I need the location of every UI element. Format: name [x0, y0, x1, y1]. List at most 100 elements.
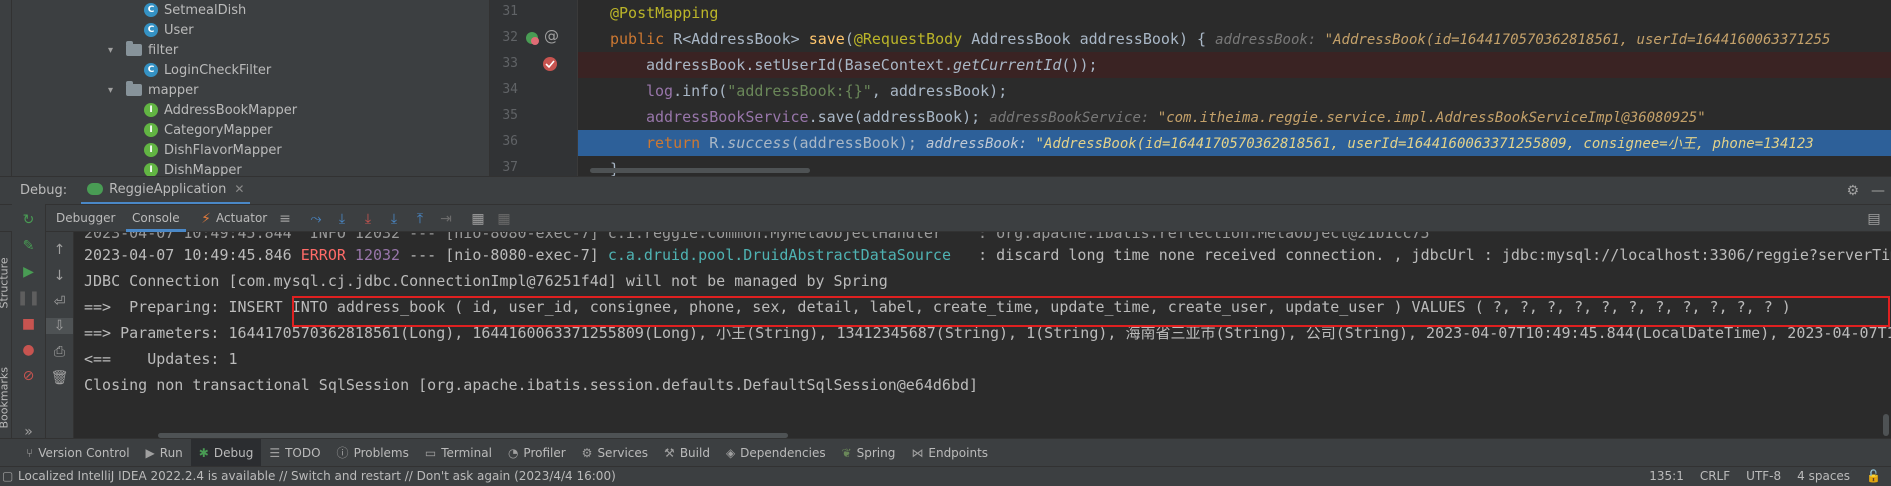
lock-icon[interactable]: 🔓: [1866, 467, 1881, 486]
scroll-to-end-icon[interactable]: ⇩: [46, 318, 73, 334]
tool-problems[interactable]: ⓘ Problems: [329, 439, 417, 467]
run-to-cursor-icon[interactable]: ⇥: [438, 211, 454, 227]
tree-item-addressbookmapper[interactable]: I AddressBookMapper: [144, 100, 297, 120]
tool-todo[interactable]: ☰ TODO: [261, 439, 328, 467]
code-line-32: public R<AddressBook> save(@RequestBody …: [578, 26, 1891, 52]
breakpoint-icon[interactable]: [542, 56, 558, 72]
console-line-sql-updates: <== Updates: 1: [84, 350, 238, 368]
file-encoding[interactable]: UTF-8: [1746, 467, 1781, 486]
soft-wrap-icon[interactable]: ⏎: [46, 294, 73, 310]
structure-side-tab[interactable]: Structure: [0, 249, 11, 308]
editor-gutter[interactable]: 31 32 33 34 35 36 37 @: [490, 0, 578, 176]
caret-position[interactable]: 135:1: [1649, 467, 1684, 486]
tree-item-setmealdish[interactable]: C SetmealDish: [144, 0, 246, 20]
line-number: 34: [502, 82, 518, 97]
step-into-icon[interactable]: ⤓: [360, 211, 376, 227]
view-breakpoints-icon[interactable]: ●: [12, 342, 45, 358]
log-level: ERROR: [300, 246, 346, 264]
layout-icon[interactable]: ▤: [1866, 211, 1882, 227]
trace-icon[interactable]: ▦: [496, 211, 512, 227]
tool-label: Version Control: [38, 445, 130, 460]
annotation-gutter-icon[interactable]: @: [544, 27, 559, 45]
console-line: JDBC Connection [com.mysql.cj.jdbc.Conne…: [84, 272, 888, 290]
mute-breakpoints-icon[interactable]: ⊘: [12, 368, 45, 384]
tool-build[interactable]: ⚒ Build: [656, 439, 718, 467]
hammer-icon: ⚒: [664, 445, 675, 460]
step-out-icon[interactable]: ⤒: [412, 211, 428, 227]
status-message[interactable]: Localized IntelliJ IDEA 2022.2.4 is avai…: [18, 467, 616, 486]
log-pid: 12032: [345, 246, 401, 264]
tool-endpoints[interactable]: ⋈ Endpoints: [903, 439, 996, 467]
notification-icon[interactable]: ▢: [2, 467, 13, 486]
tree-folder-filter[interactable]: ▾ filter: [108, 40, 178, 60]
status-indicators: 135:1 CRLF UTF-8 4 spaces 🔓: [1649, 467, 1881, 486]
chevron-down-icon[interactable]: ▾: [108, 85, 122, 96]
tool-spring[interactable]: ❦ Spring: [834, 439, 904, 467]
run-icon: ▶: [145, 445, 155, 460]
tool-dependencies[interactable]: ◈ Dependencies: [718, 439, 834, 467]
terminal-icon: ▭: [424, 445, 437, 460]
console-output[interactable]: 2023-04-07 10:49:45.844 INFO 12032 --- […: [74, 232, 1891, 438]
menu-icon[interactable]: ≡: [277, 211, 293, 227]
trash-icon[interactable]: 🗑: [46, 370, 73, 386]
tool-debug[interactable]: ✱ Debug: [190, 438, 262, 467]
tree-folder-mapper[interactable]: ▾ mapper: [108, 80, 198, 100]
close-icon[interactable]: ✕: [234, 182, 244, 196]
tree-item-label: mapper: [148, 82, 199, 98]
tool-label: Services: [597, 445, 649, 460]
print-icon[interactable]: ⎙: [46, 344, 73, 360]
indent-setting[interactable]: 4 spaces: [1797, 467, 1850, 486]
tree-item-user[interactable]: C User: [144, 20, 194, 40]
run-gutter-icon[interactable]: [524, 30, 540, 46]
evaluate-expression-icon[interactable]: ▦: [470, 211, 486, 227]
tool-label: Dependencies: [740, 445, 826, 460]
stop-icon[interactable]: ■: [12, 316, 45, 332]
tree-item-label: User: [164, 22, 194, 38]
debug-session-tab[interactable]: ReggieApplication ✕: [81, 177, 251, 205]
tree-item-categorymapper[interactable]: I CategoryMapper: [144, 120, 272, 140]
code-token: R<AddressBook>: [664, 30, 809, 48]
tab-console[interactable]: Console: [126, 205, 186, 232]
console-vertical-scrollbar[interactable]: [1883, 414, 1889, 436]
tool-services[interactable]: ⚙ Services: [574, 439, 656, 467]
tree-item-dishflavormapper[interactable]: I DishFlavorMapper: [144, 140, 282, 160]
tool-terminal[interactable]: ▭ Terminal: [417, 439, 500, 467]
resume-icon[interactable]: ▶: [12, 264, 45, 280]
gear-icon[interactable]: ⚙: [1846, 183, 1859, 199]
bookmarks-side-tab[interactable]: Bookmarks: [0, 367, 11, 428]
folder-icon: [126, 81, 142, 96]
interface-icon: I: [144, 163, 158, 176]
tool-run[interactable]: ▶ Run: [138, 439, 191, 467]
debug-tool-window-header: Debug: ReggieApplication ✕ ⚙ —: [0, 176, 1891, 205]
folder-icon: [126, 41, 142, 56]
tab-debugger[interactable]: Debugger: [50, 205, 121, 232]
tree-item-logincheckfilter[interactable]: C LoginCheckFilter: [144, 60, 271, 80]
minimize-icon[interactable]: —: [1871, 183, 1885, 199]
debug-title: Debug:: [20, 183, 68, 198]
rerun-icon[interactable]: ↻: [12, 212, 45, 228]
code-token: "addressBook:{}": [727, 82, 872, 100]
force-step-into-icon[interactable]: ⤓: [386, 211, 402, 227]
line-separator[interactable]: CRLF: [1700, 467, 1730, 486]
tool-profiler[interactable]: ◔ Profiler: [500, 439, 574, 467]
code-token: , addressBook);: [871, 82, 1008, 100]
step-over-icon[interactable]: ⤓: [334, 211, 350, 227]
arrow-up-icon[interactable]: ↑: [46, 242, 73, 258]
line-number: 36: [502, 134, 518, 149]
pause-icon[interactable]: ❚❚: [12, 290, 45, 306]
tool-version-control[interactable]: ⑂ Version Control: [18, 439, 138, 467]
tool-label: TODO: [285, 445, 321, 460]
tree-item-label: filter: [148, 42, 179, 58]
code-editor[interactable]: 31 32 33 34 35 36 37 @ @PostMapping publ…: [490, 0, 1891, 176]
arrow-down-icon[interactable]: ↓: [46, 268, 73, 284]
code-token: AddressBook addressBook) {: [962, 30, 1207, 48]
annotation-highlight-box: [292, 296, 1890, 327]
tree-item-dishmapper[interactable]: I DishMapper: [144, 160, 242, 176]
chevron-down-icon[interactable]: ▾: [108, 45, 122, 56]
code-token: R.: [700, 134, 728, 152]
interface-icon: I: [144, 143, 158, 157]
editor-horizontal-scrollbar[interactable]: [590, 168, 810, 173]
tab-actuator[interactable]: Actuator: [210, 205, 273, 232]
show-execution-point-icon[interactable]: ⤳: [308, 211, 324, 227]
modify-run-config-icon[interactable]: ✎: [12, 238, 45, 254]
